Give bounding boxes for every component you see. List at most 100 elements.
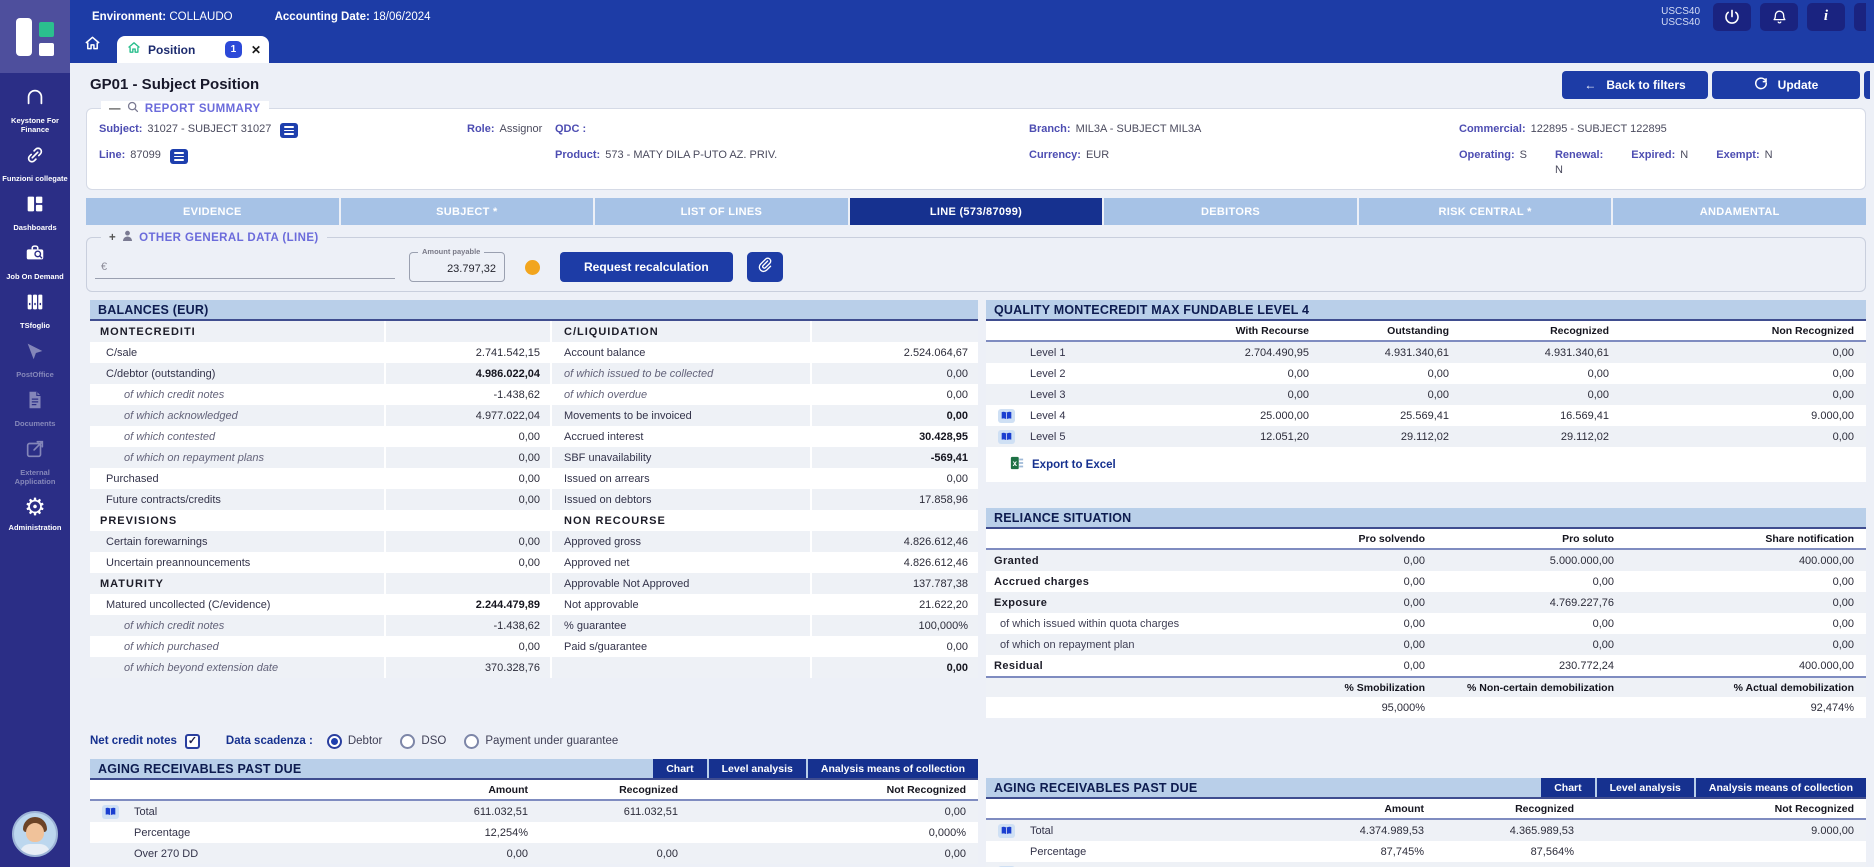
balances-row: C/debtor (outstanding)4.986.022,04of whi… (90, 363, 978, 384)
balances-row: Purchased0,00Issued on arrears0,00 (90, 468, 978, 489)
tab-debitors[interactable]: DEBITORS (1104, 198, 1357, 225)
grid-icon (23, 193, 47, 220)
logo-icon (16, 16, 54, 58)
reliance-row: Exposure0,004.769.227,760,00 (986, 592, 1866, 613)
send-cursor-icon (23, 340, 47, 367)
radio-debtor-circle[interactable] (327, 734, 342, 749)
sidebar-item-job-on-demand[interactable]: Job On Demand (0, 237, 70, 286)
sidebar-item-documents[interactable]: Documents (0, 384, 70, 433)
page-header: GP01 - Subject Position ←Back to filters… (70, 63, 1874, 100)
chart-button[interactable]: Chart (653, 759, 706, 778)
partial-action-button[interactable] (1864, 71, 1870, 99)
currency-input[interactable] (95, 256, 395, 279)
tab-close-icon[interactable]: ✕ (251, 43, 261, 57)
export-to-excel-link[interactable]: x Export to Excel (986, 447, 1866, 482)
tab-home-icon (127, 41, 141, 59)
tab-position[interactable]: Position 1 ✕ (117, 36, 269, 63)
sidebar-item-external-application[interactable]: External Application (0, 433, 70, 491)
reliance-panel: RELIANCE SITUATION Pro solvendoPro solut… (986, 508, 1866, 718)
briefcase-search-icon (23, 242, 47, 269)
quality-row: Level 30,000,000,000,00 (986, 384, 1866, 405)
line-detail-icon[interactable] (170, 149, 188, 164)
quality-row: Level 425.000,0025.569,4116.569,419.000,… (986, 405, 1866, 426)
radio-payment-under-guarantee[interactable]: Payment under guarantee (464, 734, 618, 749)
analysis-means-button[interactable]: Analysis means of collection (808, 759, 978, 778)
balances-row: MONTECREDITIC/LIQUIDATION (90, 321, 978, 342)
reliance-row: of which issued within quota charges0,00… (986, 613, 1866, 634)
aging-row: Up to 30 days593.915,27593.915,270,00 (986, 862, 1866, 867)
aging-row: Over 270 DD0,000,000,00 (90, 843, 978, 864)
partial-toolbar-button[interactable] (1854, 3, 1866, 31)
analysis-means-button[interactable]: Analysis means of collection (1696, 778, 1866, 797)
reliance-pct-row: 95,000%92,474% (986, 697, 1866, 718)
sidebar-item-label: Keystone For Finance (2, 116, 68, 134)
environment-value: COLLAUDO (169, 11, 232, 23)
balances-row: of which acknowledged4.977.022,04Movemen… (90, 405, 978, 426)
document-tab-strip: Position 1 ✕ (70, 33, 1874, 63)
detail-book-icon[interactable] (998, 430, 1015, 444)
tab-line[interactable]: LINE (573/87099) (850, 198, 1103, 225)
tab-list-of-lines[interactable]: LIST OF LINES (595, 198, 848, 225)
subject-detail-icon[interactable] (280, 123, 298, 138)
aging-right-panel: AGING RECEIVABLES PAST DUE Chart Level a… (986, 778, 1866, 867)
notifications-button[interactable] (1760, 3, 1798, 31)
logout-button[interactable] (1713, 3, 1751, 31)
attachment-button[interactable] (747, 252, 783, 282)
balances-panel: BALANCES (EUR) MONTECREDITIC/LIQUIDATION… (90, 300, 978, 678)
detail-book-icon[interactable] (102, 805, 119, 819)
detail-book-icon[interactable] (998, 409, 1015, 423)
report-summary-legend: — REPORT SUMMARY (101, 101, 269, 116)
balances-row: Uncertain preannouncements0,00Approved n… (90, 552, 978, 573)
collapse-icon[interactable]: — (109, 103, 121, 115)
radio-debtor[interactable]: Debtor (327, 734, 383, 749)
amount-payable-input[interactable] (418, 263, 496, 275)
balances-row: of which on repayment plans0,00SBF unava… (90, 447, 978, 468)
report-summary-card: — REPORT SUMMARY Subject:31027 - SUBJECT… (86, 108, 1866, 190)
update-button[interactable]: Update (1712, 71, 1860, 99)
balances-row: of which credit notes-1.438,62of which o… (90, 384, 978, 405)
request-recalculation-button[interactable]: Request recalculation (560, 252, 733, 282)
field-operating: Operating:S (1459, 149, 1527, 176)
reliance-row: Granted0,005.000.000,00400.000,00 (986, 550, 1866, 571)
other-general-data-section: + OTHER GENERAL DATA (LINE) Amount payab… (86, 237, 1866, 292)
sidebar: Keystone For Finance Funzioni collegate … (0, 73, 70, 867)
field-currency: Currency:EUR (1029, 149, 1459, 176)
sidebar-item-label: Dashboards (13, 223, 56, 232)
level-analysis-button[interactable]: Level analysis (1597, 778, 1694, 797)
sidebar-item-label: Documents (15, 419, 56, 428)
bell-icon (1772, 9, 1787, 25)
field-qdc: QDC : (555, 123, 1029, 138)
radio-dso[interactable]: DSO (400, 734, 446, 749)
balances-title: BALANCES (EUR) (90, 300, 978, 319)
document-icon (23, 389, 47, 416)
other-general-data-legend: + OTHER GENERAL DATA (LINE) (101, 230, 327, 245)
balances-row: of which beyond extension date370.328,76… (90, 657, 978, 678)
info-button[interactable]: i (1807, 3, 1845, 31)
sidebar-item-administration[interactable]: ⚙ Administration (0, 491, 70, 537)
sidebar-item-funzioni-collegate[interactable]: Funzioni collegate (0, 139, 70, 188)
tab-count-badge: 1 (225, 41, 242, 58)
sidebar-item-tsfoglio[interactable]: TSfoglio (0, 286, 70, 335)
radio-dso-circle[interactable] (400, 734, 415, 749)
tab-evidence[interactable]: EVIDENCE (86, 198, 339, 225)
sidebar-item-postoffice[interactable]: PostOffice (0, 335, 70, 384)
sidebar-item-keystone-for-finance[interactable]: Keystone For Finance (0, 81, 70, 139)
tab-andamental[interactable]: ANDAMENTAL (1613, 198, 1866, 225)
home-icon[interactable] (84, 35, 101, 56)
tab-subject[interactable]: SUBJECT * (341, 198, 594, 225)
field-line: Line:87099 (99, 149, 467, 176)
net-credit-notes-checkbox[interactable] (185, 734, 200, 749)
environment-label: Environment: (92, 11, 166, 23)
level-analysis-button[interactable]: Level analysis (709, 759, 806, 778)
reliance-row: of which on repayment plan0,000,000,00 (986, 634, 1866, 655)
detail-book-icon[interactable] (998, 824, 1015, 838)
back-to-filters-button[interactable]: ←Back to filters (1562, 71, 1708, 99)
radio-guarantee-circle[interactable] (464, 734, 479, 749)
expand-icon[interactable]: + (109, 232, 116, 244)
chart-button[interactable]: Chart (1541, 778, 1594, 797)
quality-row: Level 12.704.490,954.931.340,614.931.340… (986, 342, 1866, 363)
aging-row: Total4.374.989,534.365.989,539.000,00 (986, 820, 1866, 841)
sidebar-item-dashboards[interactable]: Dashboards (0, 188, 70, 237)
user-avatar[interactable] (12, 811, 58, 857)
tab-risk-central[interactable]: RISK CENTRAL * (1359, 198, 1612, 225)
